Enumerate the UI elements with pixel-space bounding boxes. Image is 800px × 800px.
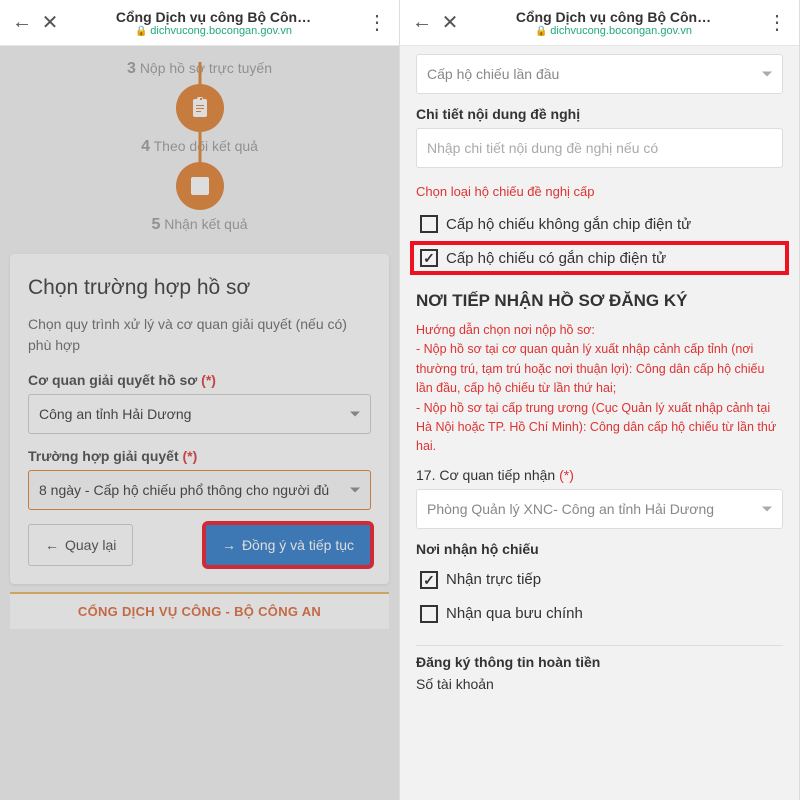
guide-text: Hướng dẫn chọn nơi nộp hồ sơ: - Nộp hồ s… xyxy=(416,321,783,457)
refund-label: Đăng ký thông tin hoàn tiền xyxy=(416,654,783,670)
card-desc: Chọn quy trình xử lý và cơ quan giải quy… xyxy=(28,314,371,356)
passport-type-select[interactable]: Cấp hộ chiếu lần đầu xyxy=(416,54,783,94)
footer-banner: CỔNG DỊCH VỤ CÔNG - BỘ CÔNG AN xyxy=(10,592,389,629)
close-icon[interactable]: ✕ xyxy=(36,10,64,35)
divider xyxy=(416,645,783,646)
q17-label: 17. Cơ quan tiếp nhận xyxy=(416,467,555,483)
progress-steps: 3 Nộp hồ sơ trực tuyến 4 Theo dõi kết qu… xyxy=(0,46,399,234)
checkbox-label: Nhận trực tiếp xyxy=(446,571,541,588)
case-card: Chọn trường hợp hồ sơ Chọn quy trình xử … xyxy=(10,254,389,584)
detail-input[interactable]: Nhập chi tiết nội dung đề nghị nếu có xyxy=(416,128,783,168)
checkbox-label: Cấp hộ chiếu có gắn chip điện tử xyxy=(446,250,666,267)
account-label: Số tài khoản xyxy=(416,676,783,692)
page-title: Cổng Dịch vụ công Bộ Côn… xyxy=(464,9,763,25)
checkbox-chip[interactable]: Cấp hộ chiếu có gắn chip điện tử xyxy=(410,241,789,275)
checkbox-icon[interactable] xyxy=(420,605,438,623)
back-icon[interactable]: ← xyxy=(408,11,436,34)
page-title: Cổng Dịch vụ công Bộ Côn… xyxy=(64,9,363,25)
receive-label: Nơi nhận hộ chiếu xyxy=(416,541,783,557)
checkbox-nochip[interactable]: Cấp hộ chiếu không gắn chip điện tử xyxy=(416,207,783,241)
topbar: ← ✕ Cổng Dịch vụ công Bộ Côn… dichvucong… xyxy=(0,0,399,46)
checkbox-receive-post[interactable]: Nhận qua bưu chính xyxy=(416,597,783,631)
checkbox-label: Cấp hộ chiếu không gắn chip điện tử xyxy=(446,216,691,233)
back-icon[interactable]: ← xyxy=(8,11,36,34)
agency-select[interactable]: Công an tỉnh Hải Dương xyxy=(28,394,371,434)
detail-label: Chi tiết nội dung đề nghị xyxy=(416,106,783,122)
section-heading: NƠI TIẾP NHẬN HỒ SƠ ĐĂNG KÝ xyxy=(416,291,783,311)
agency-label: Cơ quan giải quyết hồ sơ xyxy=(28,372,197,388)
back-button[interactable]: ← Quay lại xyxy=(28,524,133,566)
menu-icon[interactable]: ⋮ xyxy=(763,10,791,35)
clipboard-icon xyxy=(176,84,224,132)
checkbox-icon[interactable] xyxy=(420,571,438,589)
menu-icon[interactable]: ⋮ xyxy=(363,10,391,35)
topbar: ← ✕ Cổng Dịch vụ công Bộ Côn… dichvucong… xyxy=(400,0,799,46)
type-label: Chọn loại hộ chiếu đề nghị cấp xyxy=(416,184,783,199)
check-icon xyxy=(176,162,224,210)
case-label: Trường hợp giải quyết xyxy=(28,448,179,464)
checkbox-label: Nhận qua bưu chính xyxy=(446,605,583,622)
checkbox-receive-direct[interactable]: Nhận trực tiếp xyxy=(416,563,783,597)
checkbox-icon[interactable] xyxy=(420,215,438,233)
page-url: dichvucong.bocongan.gov.vn xyxy=(64,25,363,37)
agree-button[interactable]: → Đồng ý và tiếp tục xyxy=(205,524,371,566)
checkbox-icon[interactable] xyxy=(420,249,438,267)
close-icon[interactable]: ✕ xyxy=(436,10,464,35)
card-heading: Chọn trường hợp hồ sơ xyxy=(28,276,371,300)
page-url: dichvucong.bocongan.gov.vn xyxy=(464,25,763,37)
receiving-agency-select[interactable]: Phòng Quản lý XNC- Công an tỉnh Hải Dươn… xyxy=(416,489,783,529)
case-select[interactable]: 8 ngày - Cấp hộ chiếu phổ thông cho ngườ… xyxy=(28,470,371,510)
